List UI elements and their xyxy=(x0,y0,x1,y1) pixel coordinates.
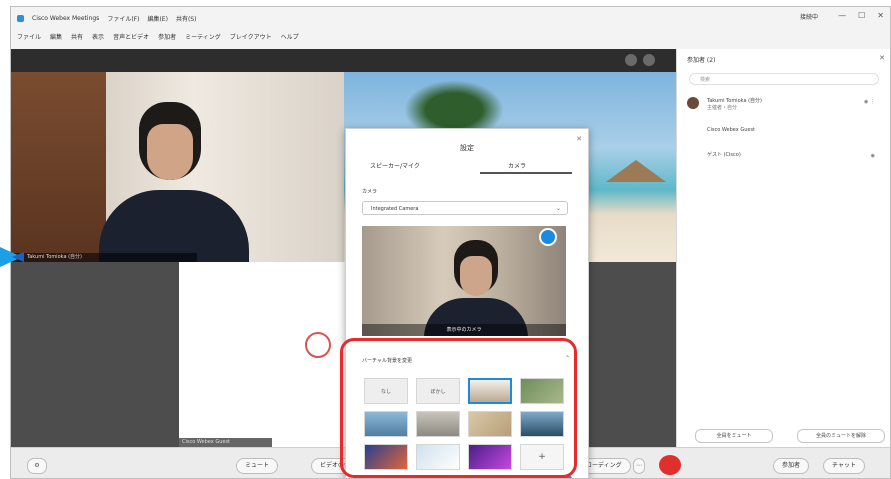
participant-name: ゲスト (Cisco) xyxy=(707,152,741,158)
fullscreen-icon[interactable] xyxy=(643,54,655,66)
menu-bar: ファイル 編集 共有 表示 音声とビデオ 参加者 ミーティング ブレイクアウト … xyxy=(17,29,299,43)
mute-all-button[interactable]: 全員をミュート xyxy=(695,429,773,443)
chat-button[interactable]: チャット xyxy=(823,458,865,474)
participants-panel: 参加者 (2) ✕ 検索 Takumi Tomioka (自分) 主催者・自分 … xyxy=(676,49,890,447)
unmute-all-button[interactable]: 全員のミュートを解除 xyxy=(797,429,885,443)
video-top-strip xyxy=(11,49,676,72)
active-tab-indicator xyxy=(480,172,572,174)
menu-item-participant[interactable]: 参加者 xyxy=(158,32,176,41)
menu-item-breakout[interactable]: ブレイクアウト xyxy=(230,32,272,41)
settings-icon[interactable]: ⚙ xyxy=(27,458,47,474)
loading-ring-icon xyxy=(305,332,331,358)
microphone-icon[interactable]: ◉ xyxy=(871,153,875,159)
participant-search-input[interactable]: 検索 xyxy=(689,73,879,85)
participant-role: 主催者・自分 xyxy=(707,105,738,111)
panel-title: 参加者 (2) xyxy=(687,57,716,64)
menu-item-help[interactable]: ヘルプ xyxy=(281,32,299,41)
app-title: Cisco Webex Meetings xyxy=(32,14,100,22)
participant-row[interactable]: ゲスト (Cisco) ◉ xyxy=(687,149,883,167)
participant-name: Takumi Tomioka (自分) xyxy=(707,98,762,104)
background-door xyxy=(11,72,106,262)
minimize-icon[interactable]: — xyxy=(838,11,846,20)
webex-logo-icon xyxy=(17,14,24,22)
chevron-down-icon: ⌄ xyxy=(555,205,561,212)
maximize-icon[interactable]: ☐ xyxy=(858,11,865,20)
close-window-icon[interactable]: ✕ xyxy=(877,11,884,20)
participants-button[interactable]: 参加者 xyxy=(773,458,810,474)
video-tile-self[interactable]: Takumi Tomioka (自分) xyxy=(11,72,344,262)
tab-speaker-mic[interactable]: スピーカー/マイク xyxy=(370,161,420,170)
person-face xyxy=(460,256,492,296)
menu-item-share[interactable]: 共有 xyxy=(71,32,83,41)
menu-item-audio-video[interactable]: 音声とビデオ xyxy=(113,32,149,41)
camera-label: カメラ xyxy=(362,189,378,195)
person-face xyxy=(147,124,193,180)
dialog-close-icon[interactable]: ✕ xyxy=(576,135,582,143)
camera-preview: 表示中のカメラ xyxy=(362,226,566,336)
layout-icon[interactable] xyxy=(625,54,637,66)
mute-button[interactable]: ミュート xyxy=(236,458,279,474)
menu-item-edit[interactable]: 編集 xyxy=(50,32,62,41)
preview-caption: 表示中のカメラ xyxy=(362,324,566,336)
title-bar: Cisco Webex Meetings ファイル(F) 編集(E) 共有(S)… xyxy=(11,7,890,50)
avatar xyxy=(687,97,699,109)
camera-settings-icon[interactable] xyxy=(539,228,557,246)
panel-close-icon[interactable]: ✕ xyxy=(879,54,885,62)
dialog-title: 設定 xyxy=(460,144,474,152)
participant-row[interactable]: Takumi Tomioka (自分) 主催者・自分 ◉ ⋮ xyxy=(687,95,883,113)
video-tile-empty xyxy=(11,262,179,447)
microphone-icon[interactable]: ◉ ⋮ xyxy=(864,99,875,105)
title-item-0[interactable]: ファイル(F) xyxy=(107,14,139,23)
highlight-annotation xyxy=(340,338,577,478)
menu-item-file[interactable]: ファイル xyxy=(17,32,41,41)
participant-row[interactable]: Cisco Webex Guest xyxy=(687,125,883,143)
participant-name: Cisco Webex Guest xyxy=(707,127,756,133)
dialog-tabs: スピーカー/マイク カメラ xyxy=(360,161,572,174)
beach-umbrella-image xyxy=(606,160,666,182)
connection-status[interactable]: 接続中 xyxy=(800,11,818,25)
end-meeting-button[interactable] xyxy=(659,455,681,475)
person-body xyxy=(99,190,249,262)
title-item-2[interactable]: 共有(S) xyxy=(176,14,197,23)
camera-select-value: Integrated Camera xyxy=(371,206,419,212)
menu-item-meeting[interactable]: ミーティング xyxy=(185,32,221,41)
tab-camera[interactable]: カメラ xyxy=(508,161,526,170)
title-item-1[interactable]: 編集(E) xyxy=(147,14,167,23)
more-options-button[interactable]: ⋯ xyxy=(633,458,645,474)
menu-item-view[interactable]: 表示 xyxy=(92,32,104,41)
camera-select[interactable]: Integrated Camera ⌄ xyxy=(362,201,568,215)
video-name-label: Takumi Tomioka (自分) xyxy=(11,253,197,262)
video-name-label: Cisco Webex Guest xyxy=(179,438,272,447)
